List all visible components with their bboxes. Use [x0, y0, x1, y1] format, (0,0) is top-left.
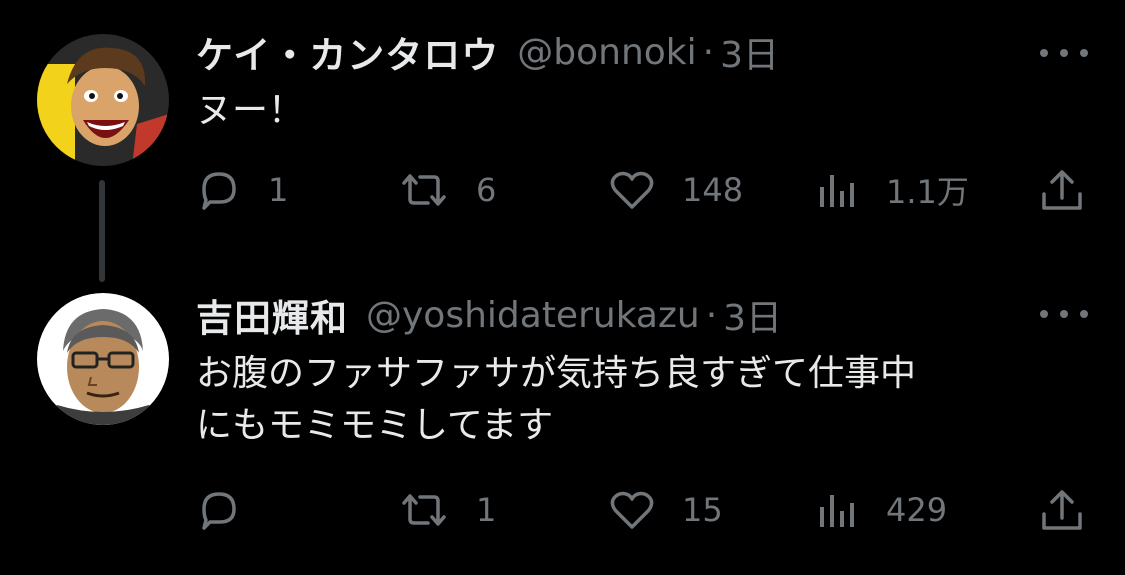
tweet-2[interactable]: 吉田輝和 @yoshidaterukazu · 3日 お腹のファサファサが気持ち…: [0, 282, 1125, 575]
retweet-count: 1: [476, 491, 497, 529]
retweet-button[interactable]: 1: [398, 480, 496, 540]
views-button[interactable]: 429: [816, 480, 947, 540]
like-count: 15: [682, 491, 723, 529]
share-button[interactable]: [1038, 160, 1086, 220]
reply-button[interactable]: [196, 480, 268, 540]
views-button[interactable]: 1.1万: [816, 160, 969, 220]
share-icon: [1042, 170, 1082, 210]
views-count: 429: [886, 491, 948, 529]
share-icon: [1042, 490, 1082, 530]
avatar[interactable]: [37, 293, 169, 425]
action-bar: 1 6 148 1.1万: [0, 160, 1125, 220]
separator: ·: [705, 294, 718, 336]
glasses-man-avatar-icon: [37, 293, 169, 425]
views-icon: [820, 175, 854, 207]
tweet-text: お腹のファサファサが気持ち良すぎて仕事中 にもモミモミしてます: [196, 353, 917, 446]
retweet-icon: [402, 494, 446, 526]
reply-button[interactable]: 1: [196, 160, 288, 220]
author-name[interactable]: 吉田輝和: [196, 288, 348, 342]
author-name[interactable]: ケイ・カンタロウ: [196, 25, 499, 79]
views-icon: [820, 495, 854, 527]
more-icon[interactable]: [1040, 43, 1088, 63]
tweet-1[interactable]: ケイ・カンタロウ @bonnoki · 3日 ヌー！ 1 6 148 1.1万: [0, 0, 1125, 282]
action-bar: 1 15 429: [0, 480, 1125, 540]
retweet-button[interactable]: 6: [398, 160, 496, 220]
author-handle[interactable]: @yoshidaterukazu: [366, 295, 700, 336]
author-handle[interactable]: @bonnoki: [517, 32, 696, 73]
manga-man-avatar-icon: [37, 34, 169, 166]
heart-icon: [610, 171, 654, 209]
share-button[interactable]: [1038, 480, 1086, 540]
avatar[interactable]: [37, 34, 169, 166]
retweet-icon: [402, 174, 446, 206]
retweet-count: 6: [476, 171, 497, 209]
views-count: 1.1万: [886, 173, 969, 211]
reply-icon: [202, 492, 236, 530]
more-icon[interactable]: [1040, 304, 1088, 324]
tweet-header: 吉田輝和 @yoshidaterukazu · 3日: [196, 288, 782, 342]
reply-count: 1: [268, 171, 289, 209]
like-button[interactable]: 15: [608, 480, 723, 540]
separator: ·: [702, 31, 715, 73]
timestamp[interactable]: 3日: [720, 26, 779, 78]
tweet-header: ケイ・カンタロウ @bonnoki · 3日: [196, 25, 779, 79]
heart-icon: [610, 491, 654, 529]
tweet-text: ヌー！: [196, 90, 305, 131]
reply-icon: [202, 172, 236, 210]
like-count: 148: [682, 171, 744, 209]
timestamp[interactable]: 3日: [723, 289, 782, 341]
like-button[interactable]: 148: [608, 160, 743, 220]
